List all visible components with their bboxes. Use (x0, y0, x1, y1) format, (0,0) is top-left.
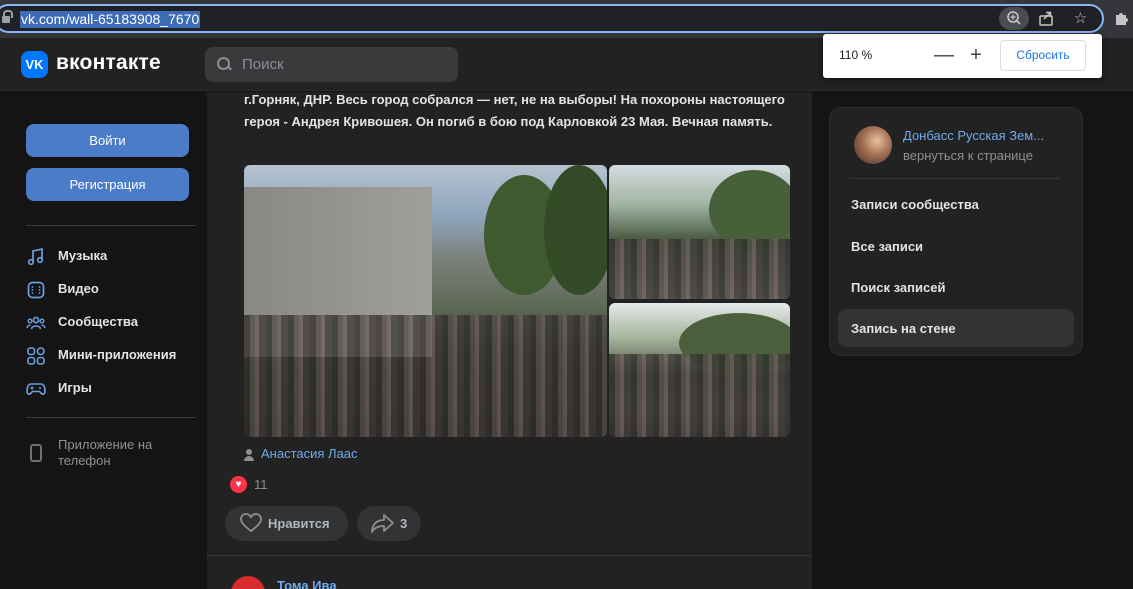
extensions-puzzle-icon[interactable] (1112, 8, 1132, 28)
search-box[interactable] (205, 47, 458, 82)
music-icon (26, 247, 46, 267)
communities-icon (26, 313, 46, 333)
zoom-out-button[interactable]: — (931, 42, 957, 68)
menu-item-community-posts[interactable]: Записи сообщества (838, 185, 1074, 223)
like-button[interactable]: Нравится (225, 506, 348, 541)
url-text[interactable]: vk.com/wall-65183908_7670 (20, 11, 201, 28)
share-icon[interactable] (1035, 7, 1058, 30)
address-bar[interactable]: vk.com/wall-65183908_7670 ☆ (0, 4, 1104, 33)
menu-item-all-posts[interactable]: Все записи (838, 227, 1074, 265)
phone-icon (30, 444, 42, 462)
menu-item-search-posts[interactable]: Поиск записей (838, 268, 1074, 306)
register-button[interactable]: Регистрация (26, 168, 189, 201)
reaction-count: 11 (254, 477, 268, 492)
next-post-author[interactable]: Тома Ива (277, 578, 337, 589)
zoom-in-button[interactable]: + (963, 42, 989, 68)
bookmark-star-icon[interactable]: ☆ (1069, 7, 1092, 30)
vk-logo-text[interactable]: вконтакте (56, 51, 161, 75)
lock-icon[interactable] (2, 10, 13, 24)
mini-apps-icon (26, 346, 46, 366)
avatar[interactable] (231, 576, 265, 589)
zoom-value: 110 % (839, 48, 873, 62)
heart-outline-icon (239, 512, 263, 534)
vk-logo-icon[interactable]: VK (21, 51, 48, 78)
menu-item-label: Поиск записей (851, 280, 946, 295)
sidebar-item-music[interactable]: Музыка (26, 245, 201, 269)
login-button[interactable]: Войти (26, 124, 189, 157)
menu-item-label: Запись на стене (851, 321, 956, 336)
group-avatar[interactable] (854, 126, 892, 164)
left-sidebar: Войти Регистрация Музыка Видео Сообществ… (0, 92, 207, 589)
share-count: 3 (400, 516, 408, 531)
sidebar-item-mini-apps[interactable]: Мини-приложения (26, 344, 201, 368)
sidebar-divider (26, 417, 196, 418)
zoom-indicator-icon[interactable] (999, 7, 1029, 30)
sidebar-item-label: Мини-приложения (58, 347, 177, 362)
post-photo[interactable] (609, 303, 790, 437)
share-arrow-icon (370, 512, 394, 534)
like-label: Нравится (268, 516, 330, 531)
mobile-app-link[interactable]: Приложение на телефон (26, 436, 201, 472)
mobile-app-label: Приложение на телефон (58, 437, 153, 468)
zoom-popup: 110 % — + Сбросить (823, 34, 1102, 78)
games-icon (26, 379, 46, 399)
search-input[interactable] (242, 47, 447, 82)
sidebar-item-label: Сообщества (58, 314, 138, 329)
sidebar-item-label: Игры (58, 380, 92, 395)
right-nav-panel: Донбасс Русская Зем... вернуться к стран… (829, 107, 1083, 356)
author-name[interactable]: Анастасия Лаас (261, 446, 358, 461)
post-photo[interactable] (244, 165, 607, 437)
menu-item-label: Записи сообщества (851, 197, 979, 212)
sidebar-item-games[interactable]: Игры (26, 377, 201, 401)
share-button[interactable]: 3 (357, 506, 421, 541)
group-name-link[interactable]: Донбасс Русская Зем... (903, 128, 1068, 143)
sidebar-item-communities[interactable]: Сообщества (26, 311, 201, 335)
post-feed: г.Горняк, ДНР. Весь город собрался — нет… (207, 92, 812, 589)
sidebar-item-video[interactable]: Видео (26, 278, 201, 302)
sidebar-divider (26, 225, 196, 226)
post-divider (207, 555, 812, 556)
browser-toolbar: vk.com/wall-65183908_7670 ☆ (0, 0, 1133, 38)
user-icon (244, 449, 254, 461)
post-text: г.Горняк, ДНР. Весь город собрался — нет… (244, 92, 785, 129)
heart-icon: ♥ (230, 476, 247, 493)
video-icon (26, 280, 46, 300)
zoom-reset-button[interactable]: Сбросить (1000, 40, 1086, 71)
post-photo[interactable] (609, 165, 790, 299)
menu-item-wall-post[interactable]: Запись на стене (838, 309, 1074, 347)
menu-item-label: Все записи (851, 239, 924, 254)
back-to-page-link[interactable]: вернуться к странице (903, 148, 1033, 163)
panel-divider (850, 178, 1060, 179)
search-icon (217, 57, 231, 71)
sidebar-item-label: Видео (58, 281, 99, 296)
sidebar-item-label: Музыка (58, 248, 108, 263)
